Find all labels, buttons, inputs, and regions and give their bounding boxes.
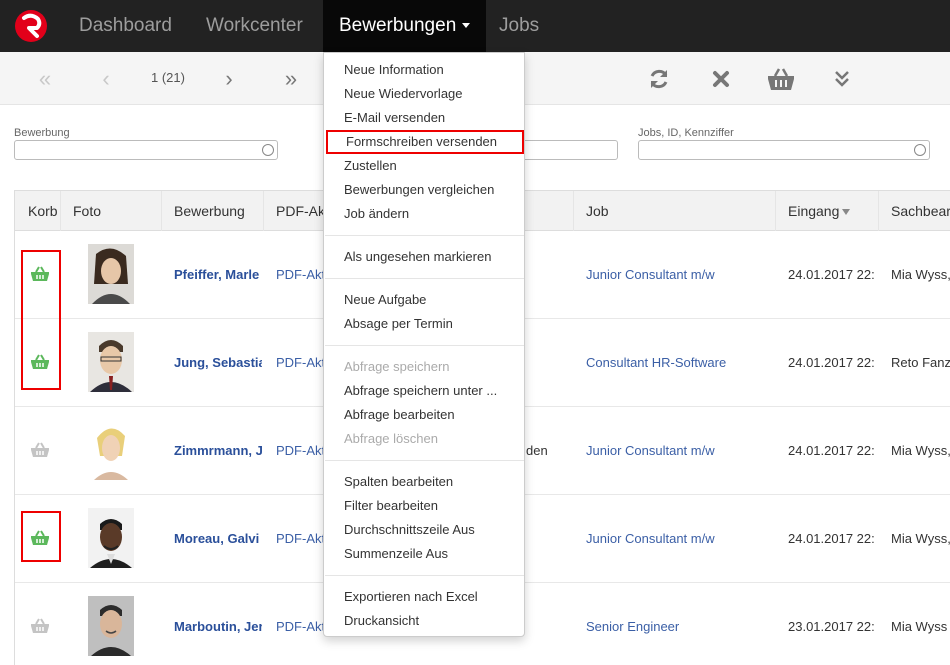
received-date: 24.01.2017 22: <box>788 355 875 370</box>
annotation-highlight <box>21 511 61 562</box>
menu-item-filter-bearbeiten[interactable]: Filter bearbeiten <box>324 494 524 518</box>
job-link[interactable]: Junior Consultant m/w <box>586 495 776 582</box>
extra-text: den <box>526 443 548 458</box>
col-eingang-label: Eingang <box>788 203 840 219</box>
menu-item-als-ungesehen-markieren[interactable]: Als ungesehen markieren <box>324 245 524 269</box>
col-job[interactable]: Job <box>574 191 776 231</box>
bewerbungen-dropdown-menu: Neue Information Neue Wiedervorlage E-Ma… <box>323 52 525 637</box>
menu-divider <box>325 345 524 346</box>
handler-name: Mia Wyss <box>891 619 948 634</box>
col-bewerbung[interactable]: Bewerbung <box>162 191 264 231</box>
handler-name: Mia Wyss, <box>891 443 950 458</box>
pdf-akte-link[interactable]: PDF-Akt <box>276 319 324 406</box>
brand-logo[interactable] <box>15 10 47 42</box>
applicant-photo <box>88 596 134 656</box>
job-link[interactable]: Junior Consultant m/w <box>586 407 776 494</box>
received-date: 24.01.2017 22: <box>788 267 875 282</box>
nav-workcenter[interactable]: Workcenter <box>206 0 303 52</box>
handler-name: Mia Wyss, <box>891 267 950 282</box>
menu-item-abfrage-loeschen: Abfrage löschen <box>344 431 438 446</box>
annotation-highlight <box>21 250 61 390</box>
sort-desc-icon <box>842 209 851 216</box>
last-page-icon[interactable]: » <box>278 52 304 105</box>
close-icon[interactable] <box>708 52 734 105</box>
top-navbar: Dashboard Workcenter Bewerbungen Jobs <box>0 0 950 52</box>
pdf-akte-link[interactable]: PDF-Akt <box>276 495 324 582</box>
menu-item-druckansicht[interactable]: Druckansicht <box>324 609 524 633</box>
menu-item-neue-information[interactable]: Neue Information <box>324 58 524 82</box>
applicant-photo <box>88 508 134 568</box>
filter-label-jobs: Jobs, ID, Kennziffer <box>638 127 734 139</box>
menu-divider <box>325 278 524 279</box>
pdf-akte-link[interactable]: PDF-Akt <box>276 231 324 318</box>
applicant-name[interactable]: Zimmrmann, J <box>174 407 262 494</box>
handler-name: Reto Fanz <box>891 355 950 370</box>
menu-item-spalten-bearbeiten[interactable]: Spalten bearbeiten <box>324 470 524 494</box>
nav-bewerbungen[interactable]: Bewerbungen <box>323 0 487 52</box>
col-foto[interactable]: Foto <box>61 191 162 231</box>
caret-down-icon <box>462 23 471 29</box>
nav-jobs[interactable]: Jobs <box>499 0 539 52</box>
nav-dashboard[interactable]: Dashboard <box>79 0 172 52</box>
menu-divider <box>325 575 524 576</box>
menu-item-durchschnittszeile-aus[interactable]: Durchschnittszeile Aus <box>324 518 524 542</box>
menu-item-abfrage-speichern-unter[interactable]: Abfrage speichern unter ... <box>324 379 524 403</box>
basket-icon[interactable] <box>30 618 50 639</box>
bewerbung-filter-input[interactable] <box>14 140 278 160</box>
applicant-name[interactable]: Pfeiffer, Marle <box>174 231 262 318</box>
pdf-akte-link[interactable]: PDF-Akt <box>276 407 324 494</box>
basket-icon[interactable] <box>30 442 50 463</box>
applicant-photo <box>88 420 134 480</box>
filter-label-bewerbung: Bewerbung <box>14 127 70 139</box>
menu-item-abfrage-bearbeiten[interactable]: Abfrage bearbeiten <box>324 403 524 427</box>
next-page-icon[interactable]: › <box>219 52 239 105</box>
search-icon <box>262 144 274 156</box>
job-link[interactable]: Senior Engineer <box>586 583 776 665</box>
menu-item-summenzeile-aus[interactable]: Summenzeile Aus <box>324 542 524 566</box>
jobs-filter-input[interactable] <box>638 140 930 160</box>
menu-item-abfrage-speichern: Abfrage speichern <box>344 359 450 374</box>
menu-item-formschreiben-versenden[interactable]: Formschreiben versenden <box>326 130 524 154</box>
received-date: 24.01.2017 22: <box>788 531 875 546</box>
page-indicator: 1 (21) <box>151 70 185 85</box>
menu-item-bewerbungen-vergleichen[interactable]: Bewerbungen vergleichen <box>324 178 524 202</box>
applicant-name[interactable]: Moreau, Galvi <box>174 495 262 582</box>
received-date: 24.01.2017 22: <box>788 443 875 458</box>
applicant-name[interactable]: Marboutin, Jer <box>174 583 262 665</box>
received-date: 23.01.2017 22: <box>788 619 875 634</box>
pdf-akte-link[interactable]: PDF-Akt <box>276 583 324 665</box>
menu-item-zustellen[interactable]: Zustellen <box>324 154 524 178</box>
handler-name: Mia Wyss, <box>891 531 950 546</box>
prev-page-icon[interactable]: ‹ <box>96 52 116 105</box>
job-link[interactable]: Junior Consultant m/w <box>586 231 776 318</box>
menu-divider <box>325 460 524 461</box>
nav-bewerbungen-label: Bewerbungen <box>339 15 457 36</box>
col-eingang[interactable]: Eingang <box>776 191 879 231</box>
col-sachbearbeiter[interactable]: Sachbearbeiter <box>879 191 950 231</box>
menu-item-neue-wiedervorlage[interactable]: Neue Wiedervorlage <box>324 82 524 106</box>
expand-icon[interactable] <box>830 52 854 105</box>
first-page-icon[interactable]: « <box>32 52 58 105</box>
col-korb[interactable]: Korb <box>15 191 61 231</box>
basket-icon[interactable] <box>766 52 796 105</box>
applicant-name[interactable]: Jung, Sebastia <box>174 319 262 406</box>
applicant-photo <box>88 332 134 392</box>
menu-item-neue-aufgabe[interactable]: Neue Aufgabe <box>324 288 524 312</box>
menu-item-job-aendern[interactable]: Job ändern <box>324 202 524 226</box>
middle-filter-input[interactable] <box>520 140 618 160</box>
job-link[interactable]: Consultant HR-Software <box>586 319 776 406</box>
menu-item-exportieren-nach-excel[interactable]: Exportieren nach Excel <box>324 585 524 609</box>
search-icon <box>914 144 926 156</box>
applicant-photo <box>88 244 134 304</box>
menu-divider <box>325 235 524 236</box>
menu-item-absage-per-termin[interactable]: Absage per Termin <box>324 312 524 336</box>
menu-item-email-versenden[interactable]: E-Mail versenden <box>324 106 524 130</box>
refresh-icon[interactable] <box>645 52 673 105</box>
